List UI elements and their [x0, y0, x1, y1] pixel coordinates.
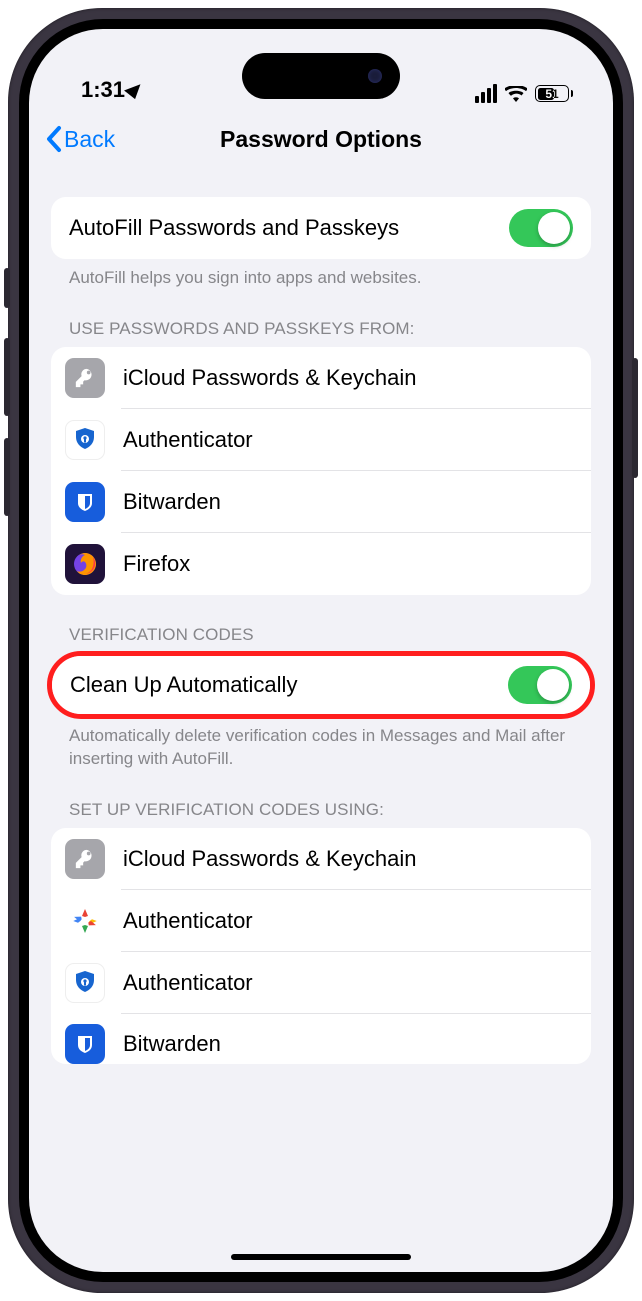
provider-label: Firefox [123, 551, 573, 577]
chevron-left-icon [45, 125, 62, 153]
phone-frame: 1:31 51 [8, 8, 634, 1293]
key-icon [65, 358, 105, 398]
provider-bitwarden[interactable]: Bitwarden [51, 471, 591, 533]
firefox-icon [65, 544, 105, 584]
battery-icon: 51 [535, 85, 573, 102]
back-button[interactable]: Back [45, 125, 115, 153]
setup-icloud[interactable]: iCloud Passwords & Keychain [51, 828, 591, 890]
setup-header: SET UP VERIFICATION CODES USING: [51, 800, 591, 828]
highlight-annotation: Clean Up Automatically [47, 651, 595, 719]
camera-dot [368, 69, 382, 83]
autofill-card: AutoFill Passwords and Passkeys [51, 197, 591, 259]
cleanup-row[interactable]: Clean Up Automatically [52, 656, 590, 714]
setup-google-auth[interactable]: Authenticator [51, 890, 591, 952]
setup-label: Bitwarden [123, 1031, 573, 1057]
autofill-footer: AutoFill helps you sign into apps and we… [51, 259, 591, 289]
authenticator-icon [65, 420, 105, 460]
provider-firefox[interactable]: Firefox [51, 533, 591, 595]
autofill-row[interactable]: AutoFill Passwords and Passkeys [51, 197, 591, 259]
setup-label: iCloud Passwords & Keychain [123, 846, 573, 872]
location-icon [124, 79, 146, 98]
status-time: 1:31 [81, 77, 125, 103]
providers-card: iCloud Passwords & Keychain Authenticato… [51, 347, 591, 595]
provider-authenticator[interactable]: Authenticator [51, 409, 591, 471]
verification-header: VERIFICATION CODES [51, 625, 591, 653]
content[interactable]: AutoFill Passwords and Passkeys AutoFill… [29, 169, 613, 1272]
battery-percent: 51 [536, 87, 568, 101]
back-label: Back [64, 126, 115, 153]
autofill-label: AutoFill Passwords and Passkeys [69, 215, 509, 241]
cellular-icon [475, 84, 497, 103]
bitwarden-icon [65, 482, 105, 522]
provider-label: iCloud Passwords & Keychain [123, 365, 573, 391]
setup-bitwarden[interactable]: Bitwarden [51, 1014, 591, 1064]
wifi-icon [505, 86, 527, 102]
setup-ms-auth[interactable]: Authenticator [51, 952, 591, 1014]
cleanup-label: Clean Up Automatically [70, 672, 508, 698]
autofill-toggle[interactable] [509, 209, 573, 247]
setup-label: Authenticator [123, 908, 573, 934]
provider-label: Bitwarden [123, 489, 573, 515]
google-authenticator-icon [65, 901, 105, 941]
provider-icloud[interactable]: iCloud Passwords & Keychain [51, 347, 591, 409]
page-title: Password Options [29, 126, 613, 153]
providers-header: USE PASSWORDS AND PASSKEYS FROM: [51, 319, 591, 347]
dynamic-island [242, 53, 400, 99]
provider-label: Authenticator [123, 427, 573, 453]
verification-footer: Automatically delete verification codes … [51, 717, 591, 770]
cleanup-toggle[interactable] [508, 666, 572, 704]
silent-switch [4, 268, 10, 308]
home-indicator[interactable] [231, 1254, 411, 1260]
navigation-bar: Back Password Options [29, 109, 613, 169]
key-icon [65, 839, 105, 879]
bitwarden-icon [65, 1024, 105, 1064]
authenticator-icon [65, 963, 105, 1003]
power-button [632, 358, 638, 478]
setup-card: iCloud Passwords & Keychain Authenticato… [51, 828, 591, 1064]
volume-down [4, 438, 10, 516]
setup-label: Authenticator [123, 970, 573, 996]
screen: 1:31 51 [29, 29, 613, 1272]
volume-up [4, 338, 10, 416]
